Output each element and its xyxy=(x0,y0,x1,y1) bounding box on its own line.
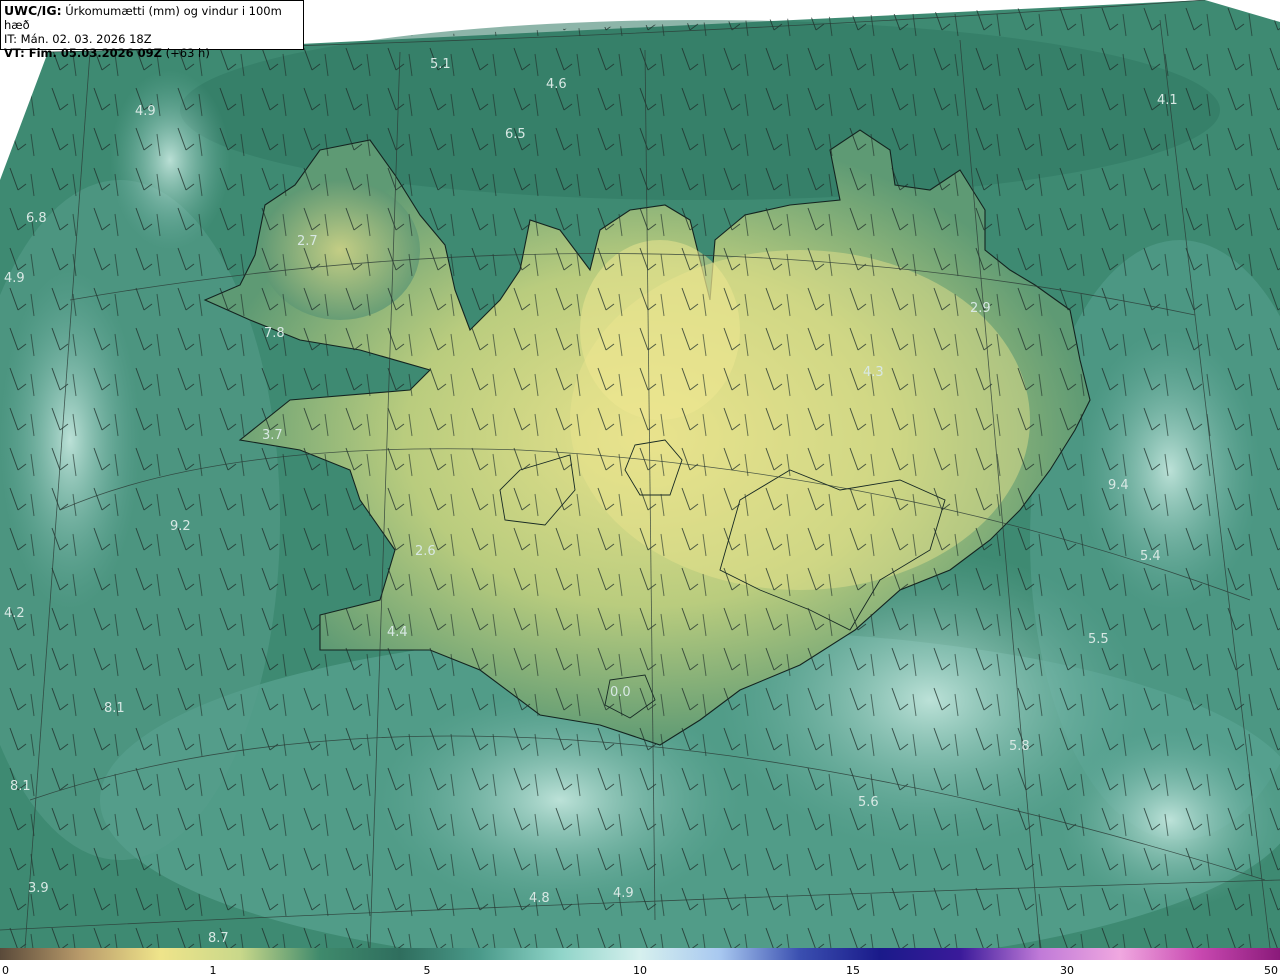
value-label: 2.7 xyxy=(297,234,318,249)
wind-barbs xyxy=(0,0,1280,948)
value-label: 8.1 xyxy=(104,701,125,716)
colorbar-tick-label: 1 xyxy=(209,964,217,977)
value-label: 9.4 xyxy=(1108,478,1129,493)
forecast-lead: (+63 h) xyxy=(161,46,210,60)
value-label: 4.9 xyxy=(613,886,634,901)
value-label: 7.8 xyxy=(264,326,285,341)
value-label: 4.8 xyxy=(529,891,550,906)
value-label: 4.3 xyxy=(863,365,884,380)
value-label: 5.4 xyxy=(1140,549,1161,564)
value-label: 6.5 xyxy=(505,127,526,142)
colorbar-gradient xyxy=(0,948,1280,960)
value-label: 4.4 xyxy=(387,625,408,640)
value-label: 8.7 xyxy=(208,931,229,946)
value-label: 5.8 xyxy=(1009,739,1030,754)
value-label: 5.6 xyxy=(858,795,879,810)
colorbar-tick-label: 15 xyxy=(846,964,860,977)
value-label: 3.7 xyxy=(262,428,283,443)
value-label: 4.6 xyxy=(546,77,567,92)
value-label: 4.1 xyxy=(1157,93,1178,108)
value-label: 6.8 xyxy=(26,211,47,226)
colorbar: 0 1 5 10 15 30 50 xyxy=(0,948,1280,978)
colorbar-strip xyxy=(0,948,1280,960)
value-label: 0.0 xyxy=(610,685,631,700)
colorbar-tick-label: 10 xyxy=(633,964,647,977)
value-label: 2.9 xyxy=(970,301,991,316)
value-label: 5.1 xyxy=(430,57,451,72)
value-label: 3.9 xyxy=(28,881,49,896)
value-label: 9.2 xyxy=(170,519,191,534)
initial-time: IT: Mán. 02. 03. 2026 18Z xyxy=(4,32,152,46)
value-label: 4.9 xyxy=(4,271,25,286)
colorbar-tick-label: 30 xyxy=(1060,964,1074,977)
forecast-map: 5.1 4.6 4.1 4.9 6.5 6.8 4.9 2.7 7.8 3.7 4.3 2.9 9.2 5… xyxy=(0,0,1280,948)
valid-time: VT: Fim. 05.03.2026 09Z xyxy=(4,46,162,60)
value-label: 8.1 xyxy=(10,779,31,794)
value-label: 4.2 xyxy=(4,606,25,621)
value-label: 2.6 xyxy=(415,544,436,559)
value-label: 4.9 xyxy=(135,104,156,119)
model-name: UWC/IG: xyxy=(4,3,62,18)
map-header: UWC/IG: Úrkomumætti (mm) og vindur i 100… xyxy=(0,0,304,60)
colorbar-tick-label: 5 xyxy=(423,964,431,977)
colorbar-tick-label: 0 xyxy=(2,964,9,977)
value-label: 5.5 xyxy=(1088,632,1109,647)
colorbar-tick-label: 50 xyxy=(1264,964,1278,977)
